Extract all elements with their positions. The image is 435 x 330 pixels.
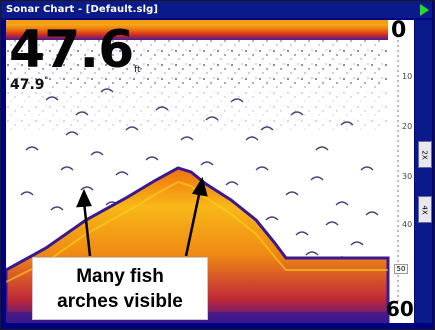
- title-bar: Sonar Chart - [Default.slg]: [1, 1, 432, 18]
- depth-reading: 47.6: [9, 20, 134, 80]
- zoom-2x-label: 2X: [421, 149, 429, 160]
- depth-tick: 30: [402, 172, 413, 181]
- depth-tick: 20: [402, 122, 413, 131]
- sonar-screen[interactable]: 47.6 ft 47.9 ° 0 10 20 30 40 50 60 Many …: [6, 20, 414, 323]
- depth-tick: 10: [402, 72, 413, 81]
- depth-marker: 50: [394, 264, 408, 274]
- annotation-line-2: arches visible: [57, 291, 183, 312]
- depth-unit: ft: [134, 65, 141, 75]
- zoom-2x-button[interactable]: 2X: [418, 141, 432, 168]
- play-icon[interactable]: [420, 4, 429, 16]
- annotation-line-1: Many fish: [76, 266, 164, 287]
- window-title: Sonar Chart - [Default.slg]: [6, 4, 159, 15]
- depth-tick: 40: [402, 220, 413, 229]
- zoom-4x-label: 4X: [421, 204, 429, 215]
- depth-scale-bottom: 60: [386, 297, 414, 321]
- secondary-unit: °: [44, 76, 49, 86]
- zoom-sidebar: [415, 20, 432, 323]
- zoom-4x-button[interactable]: 4X: [418, 196, 432, 223]
- annotation-box: Many fish arches visible: [32, 257, 208, 320]
- depth-scale-top: 0: [391, 20, 407, 43]
- secondary-reading: 47.9: [10, 77, 45, 93]
